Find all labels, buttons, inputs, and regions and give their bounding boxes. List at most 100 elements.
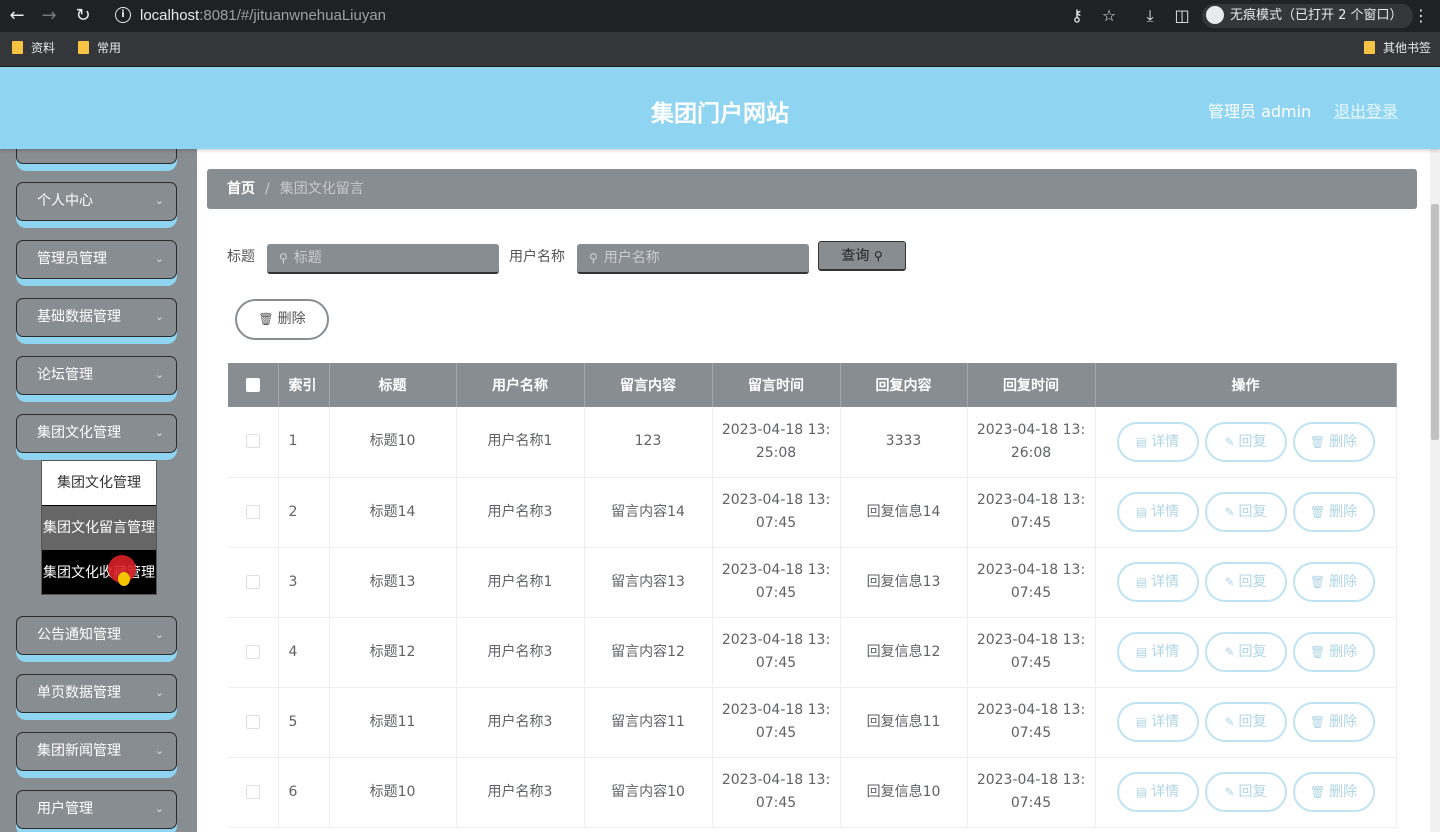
reply-button[interactable]: ✎ 回复: [1204, 632, 1287, 672]
detail-button[interactable]: ▤ 详情: [1116, 632, 1199, 672]
row-checkbox[interactable]: [245, 574, 260, 589]
cell-reply: 回复信息12: [840, 617, 968, 688]
detail-button[interactable]: ▤ 详情: [1116, 772, 1199, 812]
sidebar-item-users[interactable]: 用户管理 ⌄: [16, 790, 177, 832]
sidebar-item-culture[interactable]: 集团文化管理 ⌄: [16, 414, 177, 460]
reply-button[interactable]: ✎ 回复: [1204, 421, 1287, 462]
star-icon[interactable]: ☆: [1098, 0, 1120, 32]
delete-button[interactable]: 🗑 删除: [1292, 492, 1375, 532]
chevron-down-icon: ⌄: [154, 628, 164, 641]
title-filter-label: 标题: [227, 249, 255, 265]
detail-button[interactable]: ▤ 详情: [1116, 562, 1199, 602]
sidebar-item-notice[interactable]: 公告通知管理 ⌄: [16, 616, 177, 662]
cursor-indicator: [118, 572, 130, 586]
chevron-down-icon: ⌄: [154, 744, 164, 757]
submenu-item-culture[interactable]: 集团文化管理: [42, 461, 156, 505]
cell-index: 1: [278, 407, 330, 478]
cell-content: 留言内容14: [584, 477, 713, 548]
reply-button[interactable]: ✎ 回复: [1204, 492, 1287, 532]
chevron-down-icon: ⌄: [154, 310, 164, 323]
cell-title: 标题14: [329, 477, 457, 548]
cell-content: 留言内容11: [584, 687, 713, 758]
cell-actions: ▤ 详情 ✎ 回复 🗑 删除: [1095, 477, 1397, 548]
search-icon: ⚲: [589, 251, 598, 265]
cell-actions: ▤ 详情 ✎ 回复 🗑 删除: [1095, 757, 1397, 828]
reply-button[interactable]: ✎ 回复: [1204, 562, 1287, 602]
delete-button[interactable]: 🗑 删除: [1292, 562, 1375, 602]
cell-user: 用户名称3: [456, 617, 585, 688]
site-info-icon[interactable]: i: [115, 7, 131, 23]
query-button[interactable]: 查询 ⚲: [818, 241, 906, 271]
incognito-icon: [1206, 5, 1224, 24]
sidepanel-icon[interactable]: ◫: [1171, 0, 1193, 32]
trash-icon: 🗑: [1309, 434, 1326, 449]
detail-button[interactable]: ▤ 详情: [1116, 421, 1199, 462]
row-checkbox[interactable]: [245, 644, 260, 659]
batch-delete-button[interactable]: 🗑 删除: [235, 299, 329, 340]
trash-icon: 🗑: [1309, 715, 1326, 729]
sidebar-item-personal[interactable]: 个人中心 ⌄: [16, 182, 177, 228]
submenu-item-culture-favorites[interactable]: 集团文化收藏管理: [42, 551, 156, 595]
search-icon: ⚲: [873, 249, 883, 263]
col-header: 用户名称: [456, 363, 585, 407]
sidebar-item-singlepage[interactable]: 单页数据管理 ⌄: [16, 674, 177, 720]
reply-button[interactable]: ✎ 回复: [1204, 772, 1287, 812]
chevron-down-icon: ⌄: [154, 368, 164, 381]
cell-reply-time: 2023-04-18 13: 07:45: [967, 687, 1096, 758]
delete-button[interactable]: 🗑 删除: [1292, 772, 1375, 812]
col-header: 标题: [329, 363, 457, 407]
menu-icon[interactable]: ⋮: [1410, 0, 1432, 32]
row-checkbox[interactable]: [245, 784, 260, 799]
col-header: 留言时间: [712, 363, 841, 407]
detail-button[interactable]: ▤ 详情: [1116, 702, 1199, 742]
sidebar-item-partial[interactable]: [16, 149, 177, 171]
edit-icon: ✎: [1224, 434, 1235, 449]
incognito-badge[interactable]: 无痕模式（已打开 2 个窗口）: [1202, 4, 1413, 28]
submenu-item-culture-messages[interactable]: 集团文化留言管理: [42, 506, 156, 550]
bookmark-item[interactable]: 常用: [78, 32, 121, 64]
cell-time: 2023-04-18 13: 07:45: [712, 547, 841, 618]
trash-icon: 🗑: [1309, 505, 1326, 519]
url-text[interactable]: localhost:8081/#/jituanwnehuaLiuyan: [140, 0, 386, 32]
breadcrumb-home[interactable]: 首页: [227, 181, 255, 197]
cell-actions: ▤ 详情 ✎ 回复 🗑 删除: [1095, 407, 1397, 478]
folder-icon: [1364, 41, 1375, 54]
sidebar-item-forum[interactable]: 论坛管理 ⌄: [16, 356, 177, 402]
cell-time: 2023-04-18 13: 07:45: [712, 757, 841, 828]
edit-icon: ✎: [1224, 645, 1235, 659]
user-search-input[interactable]: ⚲ 用户名称: [577, 244, 809, 274]
document-icon: ▤: [1135, 505, 1148, 519]
reply-button[interactable]: ✎ 回复: [1204, 702, 1287, 742]
chevron-down-icon: ⌄: [154, 686, 164, 699]
row-checkbox[interactable]: [245, 434, 260, 449]
edit-icon: ✎: [1224, 505, 1235, 519]
detail-button[interactable]: ▤ 详情: [1116, 492, 1199, 532]
sidebar-item-basedata[interactable]: 基础数据管理 ⌄: [16, 298, 177, 344]
scrollbar-thumb[interactable]: [1431, 204, 1439, 440]
back-icon[interactable]: ←: [4, 0, 30, 32]
forward-icon[interactable]: →: [36, 0, 62, 32]
col-header: 回复时间: [967, 363, 1096, 407]
table-row: 6 标题10 用户名称3 留言内容10 2023-04-18 13: 07:45 …: [228, 757, 1397, 828]
table-header-row: 索引 标题 用户名称 留言内容 留言时间 回复内容 回复时间 操作: [228, 363, 1397, 407]
breadcrumb-separator: /: [265, 181, 270, 197]
sidebar-item-admin[interactable]: 管理员管理 ⌄: [16, 240, 177, 286]
key-icon[interactable]: ⚷: [1066, 0, 1088, 32]
row-checkbox[interactable]: [245, 504, 260, 519]
sidebar-item-news[interactable]: 集团新闻管理 ⌄: [16, 732, 177, 778]
select-all-checkbox[interactable]: [245, 378, 260, 392]
bookmark-item[interactable]: 资料: [12, 32, 55, 64]
delete-button[interactable]: 🗑 删除: [1292, 421, 1375, 462]
delete-button[interactable]: 🗑 删除: [1292, 632, 1375, 672]
cell-actions: ▤ 详情 ✎ 回复 🗑 删除: [1095, 687, 1397, 758]
search-icon: ⚲: [279, 251, 288, 265]
title-search-input[interactable]: ⚲ 标题: [267, 244, 499, 274]
download-icon[interactable]: ⤓: [1139, 0, 1161, 32]
cell-reply-time: 2023-04-18 13: 07:45: [967, 757, 1096, 828]
reload-icon[interactable]: ↻: [70, 0, 96, 32]
cell-index: 2: [278, 477, 330, 548]
delete-button[interactable]: 🗑 删除: [1292, 702, 1375, 742]
other-bookmarks[interactable]: 其他书签: [1364, 32, 1431, 64]
logout-link[interactable]: 退出登录: [1334, 98, 1398, 122]
row-checkbox[interactable]: [245, 714, 260, 729]
